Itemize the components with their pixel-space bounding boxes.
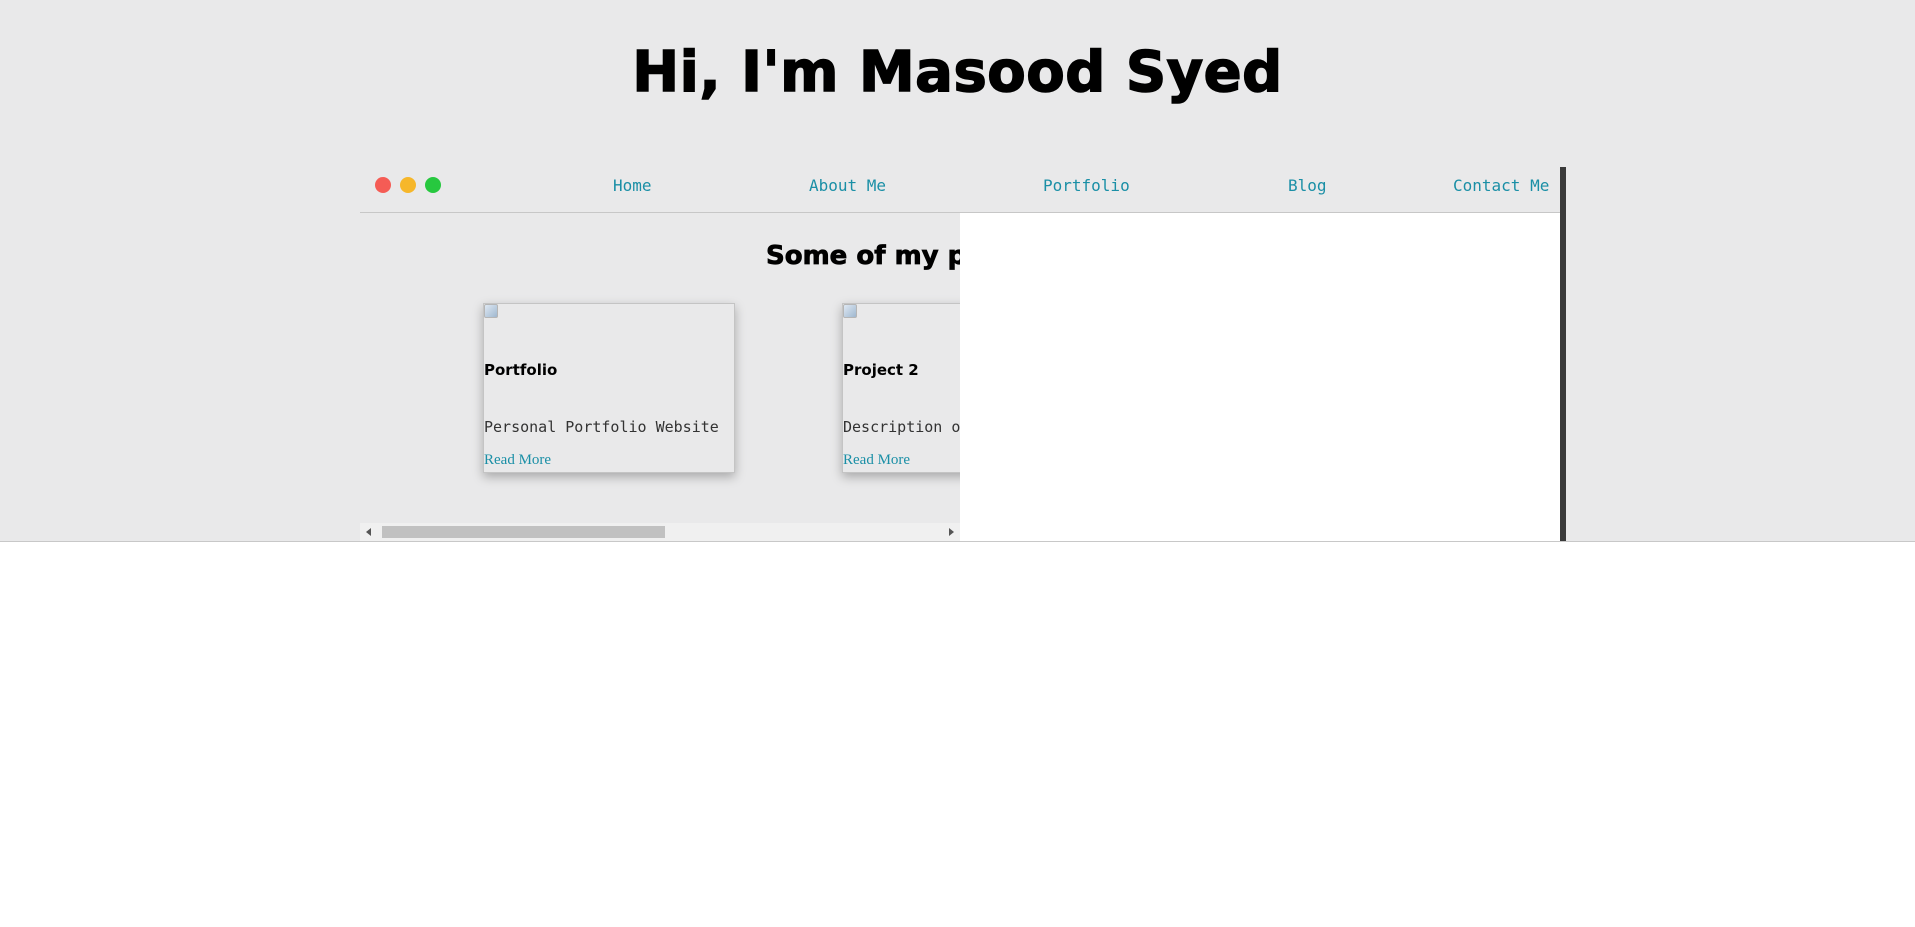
project-card-description: Personal Portfolio Website — [484, 418, 719, 436]
nav-link-about-me[interactable]: About Me — [809, 176, 886, 195]
nav-link-home[interactable]: Home — [613, 176, 652, 195]
window-title-bar: Home About Me Portfolio Blog Contact Me — [360, 160, 1560, 213]
read-more-link[interactable]: Read More — [843, 452, 910, 469]
read-more-link[interactable]: Read More — [484, 452, 551, 469]
maximize-window-icon[interactable] — [425, 177, 441, 193]
horizontal-scrollbar[interactable] — [360, 523, 960, 541]
nav-link-blog[interactable]: Blog — [1288, 176, 1327, 195]
project-card-title: Project 2 — [843, 361, 919, 379]
close-window-icon[interactable] — [375, 177, 391, 193]
scroll-right-arrow-icon[interactable] — [949, 528, 954, 536]
scroll-left-arrow-icon[interactable] — [366, 528, 371, 536]
project-card: Portfolio Personal Portfolio Website Rea… — [483, 303, 735, 473]
nav-link-contact-me[interactable]: Contact Me — [1453, 176, 1549, 195]
nav-link-portfolio[interactable]: Portfolio — [1043, 176, 1130, 195]
browser-window: Home About Me Portfolio Blog Contact Me … — [360, 160, 1566, 541]
project-card: Project 2 Description of project 2 Read … — [842, 303, 960, 473]
scrollbar-thumb[interactable] — [382, 526, 665, 538]
minimize-window-icon[interactable] — [400, 177, 416, 193]
projects-section: Some of my projects Portfolio Personal P… — [360, 213, 960, 523]
broken-image-icon — [843, 304, 857, 318]
project-card-description: Description of project 2 — [843, 418, 960, 436]
blank-panel — [960, 213, 1560, 541]
hero-title: Hi, I'm Masood Syed — [632, 39, 1283, 106]
project-card-title: Portfolio — [484, 361, 558, 379]
window-right-edge — [1560, 167, 1566, 541]
projects-heading: Some of my projects — [766, 241, 960, 272]
broken-image-icon — [484, 304, 498, 318]
